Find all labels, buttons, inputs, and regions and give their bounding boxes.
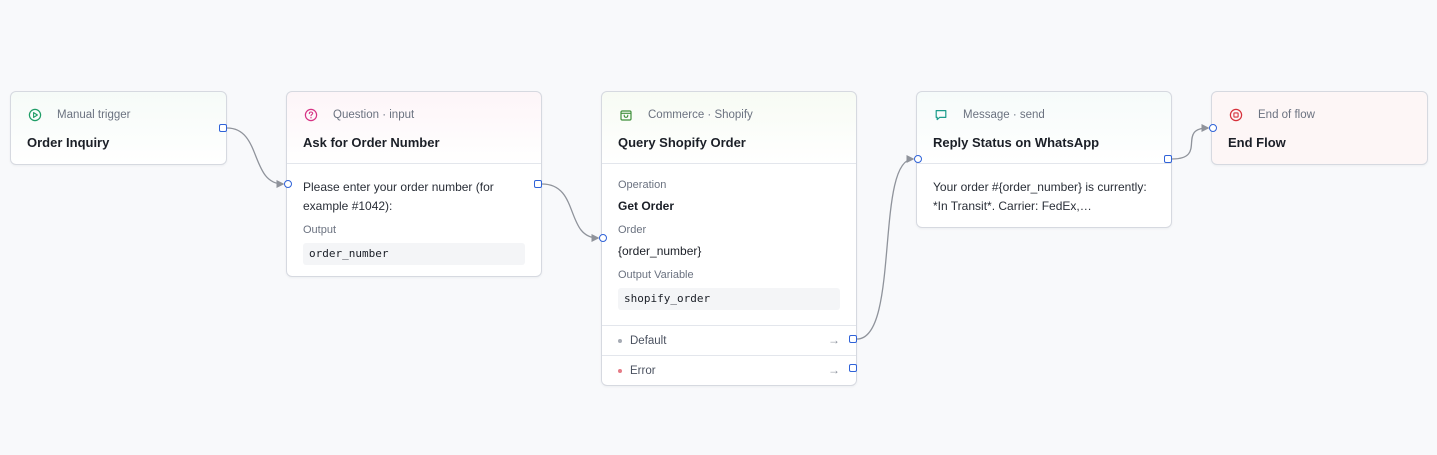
question-prompt-text: Please enter your order number (for exam… [303,180,494,213]
node-kind-label: End of flow [1258,109,1315,121]
order-value: {order_number} [618,244,702,258]
flow-canvas[interactable]: Manual trigger Order Inquiry Question · … [0,0,1437,455]
port-shopify-error-out[interactable] [849,364,857,372]
branch-default[interactable]: Default → [602,326,856,355]
arrow-right-icon: → [828,333,840,347]
port-shopify-in[interactable] [599,234,607,242]
node-question-input[interactable]: Question · input Ask for Order Number Pl… [286,91,542,277]
node-kind-label: Message · send [963,109,1045,121]
branch-error[interactable]: Error → [602,355,856,385]
port-message-out[interactable] [1164,155,1172,163]
operation-value: Get Order [618,199,675,213]
node-message-send[interactable]: Message · send Reply Status on WhatsApp … [916,91,1172,228]
play-circle-icon [27,107,43,123]
node-title: Query Shopify Order [618,135,746,150]
port-question-out[interactable] [534,180,542,188]
question-circle-icon [303,107,319,123]
port-question-in[interactable] [284,180,292,188]
message-text: Your order #{order_number} is currently:… [933,180,1147,213]
order-label: Order [618,224,647,236]
chat-bubble-icon [933,107,949,123]
operation-label: Operation [618,179,667,191]
output-label: Output [303,224,337,236]
edge-trigger-to-question[interactable] [226,127,285,188]
port-trigger-out[interactable] [219,124,227,132]
node-title: Reply Status on WhatsApp [933,135,1100,150]
port-message-in[interactable] [914,155,922,163]
node-title: Ask for Order Number [303,135,440,150]
branch-dot [618,338,622,343]
shopping-bag-icon [618,107,634,123]
node-title: End Flow [1228,135,1286,150]
edge-shopify-default-to-message[interactable] [856,155,915,340]
branch-dot [618,368,622,373]
node-commerce-shopify[interactable]: Commerce · Shopify Query Shopify Order O… [601,91,857,386]
node-manual-trigger[interactable]: Manual trigger Order Inquiry [10,91,227,165]
output-variable-value: shopify_order [618,288,840,310]
edge-message-to-end[interactable] [1171,124,1210,160]
node-end-of-flow[interactable]: End of flow End Flow [1211,91,1428,165]
stop-circle-icon [1228,107,1244,123]
edge-question-to-shopify[interactable] [541,183,600,242]
branch-label: Default [630,334,667,347]
output-variable-value: order_number [303,243,525,265]
node-kind-label: Commerce · Shopify [648,109,753,121]
port-end-in[interactable] [1209,124,1217,132]
port-shopify-default-out[interactable] [849,335,857,343]
output-variable-label: Output Variable [618,269,694,281]
node-kind-label: Question · input [333,109,415,121]
arrow-right-icon: → [828,363,840,377]
branch-label: Error [630,364,656,377]
node-kind-label: Manual trigger [57,109,131,121]
node-title: Order Inquiry [27,135,110,150]
branch-list: Default → Error → [602,325,856,385]
